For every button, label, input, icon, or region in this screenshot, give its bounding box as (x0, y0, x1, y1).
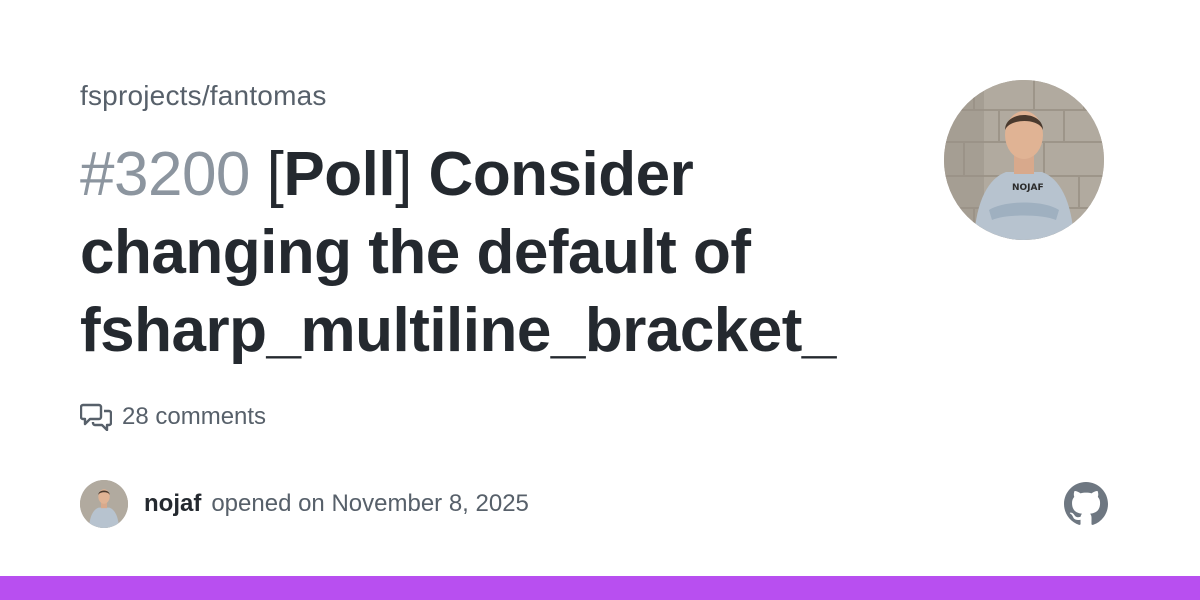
opened-date: opened on November 8, 2025 (211, 490, 529, 517)
issue-author-row: nojaf opened on November 8, 2025 (80, 480, 529, 528)
author-photo: NOJAF (944, 80, 1104, 240)
comment-discussion-icon (80, 403, 112, 431)
title-line-1-rest: Consider (411, 140, 694, 209)
title-bracket-word: Poll (283, 140, 396, 209)
title-line-1: #3200 [Poll] Consider (80, 136, 840, 214)
title-bracket-close: ] (395, 140, 412, 209)
bottom-accent-bar (0, 576, 1200, 600)
title-line-3: fsharp_multiline_bracket_ (80, 296, 836, 365)
title-bracket-open: [ (266, 140, 284, 209)
issue-title: #3200 [Poll] Consider changing the defau… (80, 136, 840, 366)
comments-label: 28 comments (122, 403, 267, 430)
comments-count[interactable]: 28 comments (80, 400, 266, 434)
issue-number: #3200 (80, 140, 250, 209)
author-avatar-large: NOJAF (944, 80, 1104, 240)
author-name[interactable]: nojaf (144, 490, 201, 518)
repo-name[interactable]: fsprojects/fantomas (80, 80, 327, 112)
author-avatar-small[interactable] (80, 480, 128, 528)
author-photo-small (80, 480, 128, 528)
github-logo-icon (1064, 482, 1108, 525)
title-line-2: changing the default of (80, 218, 751, 287)
svg-text:NOJAF: NOJAF (1012, 183, 1044, 193)
